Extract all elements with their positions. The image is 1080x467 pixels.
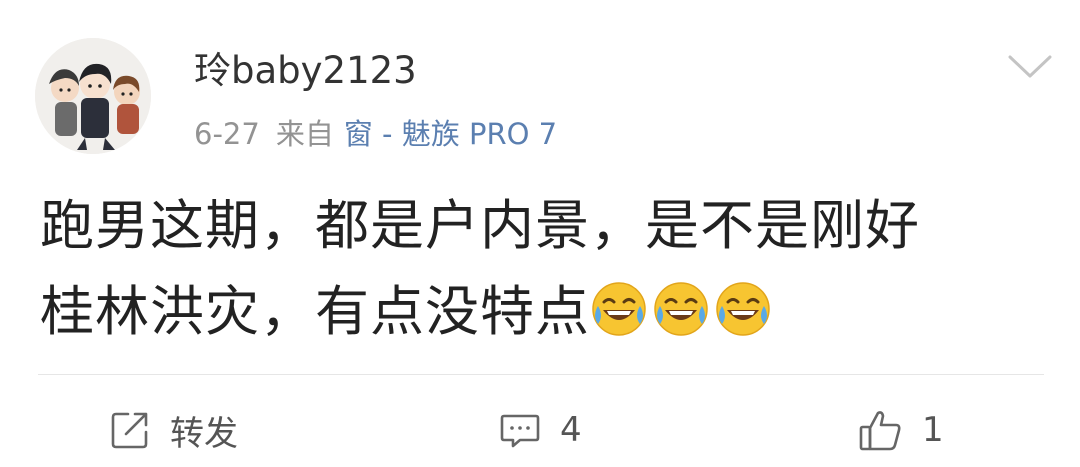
comment-count: 4	[560, 410, 582, 450]
username[interactable]: 玲baby2123	[194, 46, 417, 96]
emoji-group	[590, 277, 776, 363]
post-source-link[interactable]: 窗 - 魅族 PRO 7	[344, 117, 557, 151]
comment-line-2-text: 桂林洪灾，有点没特点	[40, 280, 590, 343]
laugh-cry-emoji	[590, 277, 648, 336]
laugh-cry-emoji	[652, 277, 710, 336]
post-meta: 6-27 来自窗 - 魅族 PRO 7	[194, 114, 557, 154]
comment-button[interactable]: 4	[498, 403, 582, 457]
comment-line-1: 跑男这期，都是户内景，是不是刚好	[40, 194, 920, 257]
comment-body: 跑男这期，都是户内景，是不是刚好 桂林洪灾，有点没特点	[40, 183, 1050, 363]
weibo-comment-card: 玲baby2123 6-27 来自窗 - 魅族 PRO 7 跑男这期，都是户内景，…	[0, 0, 1080, 467]
share-icon	[108, 408, 152, 452]
comment-icon	[498, 408, 542, 452]
repost-button[interactable]: 转发	[108, 403, 238, 457]
repost-label: 转发	[170, 413, 238, 454]
like-count: 1	[922, 410, 944, 450]
thumbs-up-icon	[858, 407, 904, 453]
post-date: 6-27	[194, 117, 260, 151]
avatar[interactable]	[35, 38, 151, 154]
from-label: 来自	[275, 117, 334, 151]
comment-line-2: 桂林洪灾，有点没特点	[40, 269, 1050, 363]
like-button[interactable]: 1	[858, 403, 944, 457]
divider	[38, 374, 1044, 375]
laugh-cry-emoji	[714, 277, 772, 336]
chevron-down-icon[interactable]	[1005, 52, 1055, 82]
avatar-illustration	[35, 38, 151, 154]
